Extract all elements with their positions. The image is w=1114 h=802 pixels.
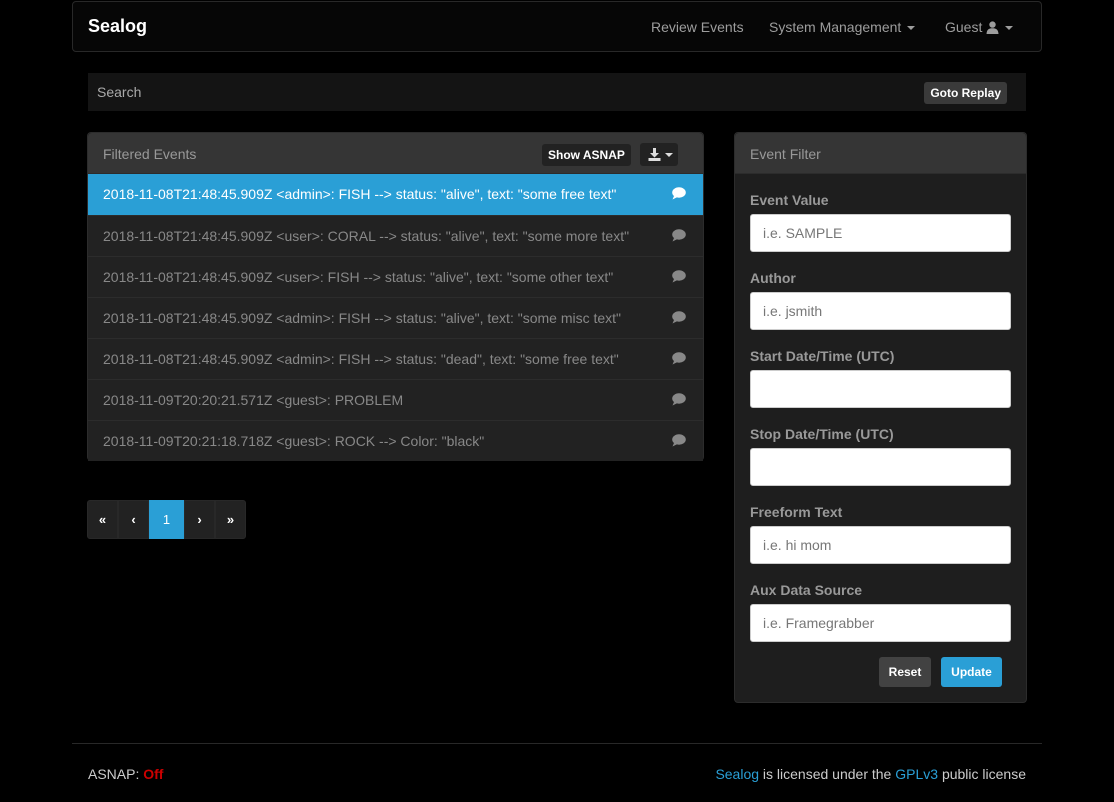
page-first-button[interactable]: « — [87, 500, 118, 539]
event-text: 2018-11-08T21:48:45.909Z <admin>: FISH -… — [103, 186, 617, 202]
page-prev-button[interactable]: ‹ — [118, 500, 149, 539]
search-label: Search — [97, 84, 142, 100]
aux-data-source-label: Aux Data Source — [750, 582, 863, 598]
search-bar: Search Goto Replay — [88, 73, 1026, 111]
panel-title: Event Filter — [750, 146, 821, 162]
chevron-down-icon — [1005, 26, 1014, 31]
asnap-label: ASNAP: — [88, 766, 140, 782]
pagination: « ‹ 1 › » — [87, 500, 246, 539]
aux-data-source-input[interactable] — [750, 604, 1011, 642]
stop-datetime-label: Stop Date/Time (UTC) — [750, 426, 894, 442]
event-text: 2018-11-09T20:21:18.718Z <guest>: ROCK -… — [103, 433, 485, 449]
nav-user-label: Guest — [945, 19, 983, 35]
author-input[interactable] — [750, 292, 1011, 330]
event-text: 2018-11-08T21:48:45.909Z <user>: FISH --… — [103, 269, 614, 285]
event-row[interactable]: 2018-11-09T20:21:18.718Z <guest>: ROCK -… — [88, 420, 703, 461]
author-label: Author — [750, 270, 796, 286]
panel-heading: Event Filter — [735, 133, 1026, 174]
event-value-input[interactable] — [750, 214, 1011, 252]
event-row[interactable]: 2018-11-08T21:48:45.909Z <admin>: FISH -… — [88, 297, 703, 338]
nav-user-menu[interactable]: Guest — [945, 19, 1014, 35]
event-text: 2018-11-08T21:48:45.909Z <user>: CORAL -… — [103, 228, 630, 244]
filtered-events-panel: Filtered Events Show ASNAP 2018-11-08T21… — [87, 132, 704, 461]
asnap-status: ASNAP: Off — [88, 766, 163, 782]
event-text: 2018-11-08T21:48:45.909Z <admin>: FISH -… — [103, 310, 622, 326]
event-row[interactable]: 2018-11-08T21:48:45.909Z <user>: FISH --… — [88, 256, 703, 297]
footer-divider — [72, 743, 1042, 744]
goto-replay-button[interactable]: Goto Replay — [924, 82, 1007, 104]
download-dropdown-button[interactable] — [640, 143, 678, 166]
start-datetime-input[interactable] — [750, 370, 1011, 408]
page-current-button[interactable]: 1 — [149, 500, 184, 539]
event-row[interactable]: 2018-11-08T21:48:45.909Z <admin>: FISH -… — [88, 338, 703, 379]
comment-icon[interactable] — [672, 434, 686, 447]
event-row[interactable]: 2018-11-08T21:48:45.909Z <user>: CORAL -… — [88, 215, 703, 256]
comment-icon[interactable] — [672, 270, 686, 283]
event-filter-panel: Event Filter Event Value Author Start Da… — [734, 132, 1027, 703]
nav-review-events[interactable]: Review Events — [651, 19, 744, 35]
chevron-down-icon — [907, 26, 916, 31]
freeform-text-input[interactable] — [750, 526, 1011, 564]
nav-system-management[interactable]: System Management — [769, 19, 916, 35]
page-last-button[interactable]: » — [215, 500, 246, 539]
start-datetime-label: Start Date/Time (UTC) — [750, 348, 895, 364]
brand-link[interactable]: Sealog — [88, 16, 147, 37]
asnap-off-badge: Off — [143, 766, 164, 782]
comment-icon[interactable] — [672, 393, 686, 406]
nav-system-management-label: System Management — [769, 19, 902, 35]
reset-button[interactable]: Reset — [879, 657, 931, 687]
navbar: Sealog Review Events System Management G… — [72, 1, 1042, 52]
update-button[interactable]: Update — [941, 657, 1002, 687]
comment-icon[interactable] — [672, 311, 686, 324]
event-text: 2018-11-09T20:20:21.571Z <guest>: PROBLE… — [103, 392, 404, 408]
freeform-text-label: Freeform Text — [750, 504, 843, 520]
panel-heading: Filtered Events Show ASNAP — [88, 133, 703, 174]
download-icon — [648, 148, 661, 161]
stop-datetime-input[interactable] — [750, 448, 1011, 486]
gplv3-link[interactable]: GPLv3 — [895, 766, 938, 782]
sealog-link[interactable]: Sealog — [715, 766, 759, 782]
comment-icon[interactable] — [672, 187, 686, 200]
panel-title: Filtered Events — [103, 146, 197, 162]
comment-icon[interactable] — [672, 229, 686, 242]
show-asnap-button[interactable]: Show ASNAP — [542, 144, 631, 166]
license-text: Sealog is licensed under the GPLv3 publi… — [715, 766, 1026, 782]
event-value-label: Event Value — [750, 192, 829, 208]
user-icon — [986, 21, 999, 34]
license-post-text: public license — [941, 766, 1026, 782]
event-row[interactable]: 2018-11-08T21:48:45.909Z <admin>: FISH -… — [88, 174, 703, 215]
chevron-down-icon — [665, 153, 673, 157]
event-row[interactable]: 2018-11-09T20:20:21.571Z <guest>: PROBLE… — [88, 379, 703, 420]
event-text: 2018-11-08T21:48:45.909Z <admin>: FISH -… — [103, 351, 619, 367]
page-next-button[interactable]: › — [184, 500, 215, 539]
comment-icon[interactable] — [672, 352, 686, 365]
license-pre-text: is licensed under the — [762, 766, 892, 782]
